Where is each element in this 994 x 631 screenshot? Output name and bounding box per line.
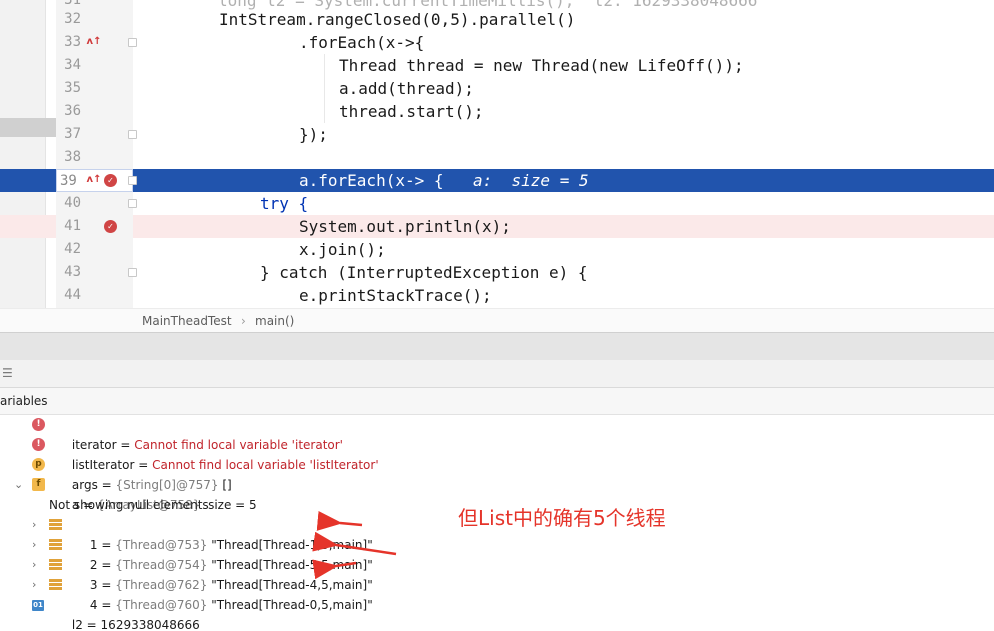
list-element-row[interactable]: › 4 = {Thread@760} "Thread[Thread-0,5,ma… bbox=[0, 575, 994, 612]
code-text: }); bbox=[299, 125, 328, 144]
indent-guide bbox=[324, 77, 325, 100]
debug-tool-window-header bbox=[0, 332, 994, 360]
fold-end-icon[interactable] bbox=[128, 130, 137, 139]
current-execution-line[interactable]: 39 ʌ↑ ✓ a.forEach(x-> { a: size = 5 bbox=[0, 169, 994, 192]
breakpoint-line[interactable]: ✓ 41 System.out.println(x); bbox=[0, 215, 994, 238]
expand-chevron-icon[interactable]: › bbox=[32, 535, 42, 555]
code-line-40[interactable]: 40 try { bbox=[0, 192, 994, 215]
list-element-row[interactable]: › 2 = {Thread@754} "Thread[Thread-5,5,ma… bbox=[0, 535, 994, 572]
breadcrumb-class[interactable]: MainTheadTest bbox=[142, 309, 232, 333]
line-number: 42 bbox=[64, 241, 81, 257]
inline-debug-value: a: size = 5 bbox=[473, 171, 589, 190]
lambda-up-arrow-icon[interactable]: ʌ↑ bbox=[86, 173, 102, 187]
expand-chevron-icon[interactable]: › bbox=[32, 555, 42, 575]
fold-icon[interactable] bbox=[128, 199, 137, 208]
line-number: 44 bbox=[64, 287, 81, 303]
breadcrumb: MainTheadTest › main() bbox=[0, 308, 994, 332]
error-icon: ! bbox=[32, 418, 45, 431]
line-number: 35 bbox=[64, 80, 81, 96]
code-text: IntStream.rangeClosed(0,5).parallel() bbox=[219, 10, 576, 29]
layout-icon[interactable]: ☰ bbox=[2, 366, 13, 380]
variables-tab[interactable]: ariables bbox=[0, 388, 994, 415]
code-line-38[interactable]: 38 bbox=[0, 146, 994, 169]
line-number: 41 bbox=[64, 218, 81, 234]
line-number: 38 bbox=[64, 149, 81, 165]
collapse-chevron-icon[interactable]: ⌄ bbox=[14, 475, 24, 495]
code-text: System.out.println(x); bbox=[299, 217, 511, 236]
code-text: Thread thread = new Thread(new LifeOff()… bbox=[339, 56, 744, 75]
code-line-33[interactable]: 33 ʌ↑ .forEach(x->{ bbox=[0, 31, 994, 54]
annotation-text: 但List中的确有5个线程 bbox=[458, 506, 666, 530]
debug-toolbar: ☰ bbox=[0, 360, 994, 388]
variables-tab-label: ariables bbox=[0, 394, 48, 408]
code-text: } catch (InterruptedException e) { bbox=[260, 263, 588, 282]
breadcrumb-method[interactable]: main() bbox=[255, 309, 294, 333]
code-line-34[interactable]: 34 Thread thread = new Thread(new LifeOf… bbox=[0, 54, 994, 77]
code-line-43[interactable]: 43 } catch (InterruptedException e) { bbox=[0, 261, 994, 284]
field-icon: f bbox=[32, 478, 45, 491]
code-text: a.forEach(x-> { bbox=[299, 171, 444, 190]
array-element-icon bbox=[49, 538, 62, 551]
code-editor[interactable]: 31 long l2 = System.currentTimeMillis();… bbox=[0, 0, 994, 308]
code-line-44[interactable]: 44 e.printStackTrace(); bbox=[0, 284, 994, 307]
code-line-35[interactable]: 35 a.add(thread); bbox=[0, 77, 994, 100]
array-element-icon bbox=[49, 578, 62, 591]
code-text: .forEach(x->{ bbox=[299, 33, 425, 52]
code-text: a.add(thread); bbox=[339, 79, 474, 98]
fold-icon[interactable] bbox=[128, 176, 137, 185]
indent-guide bbox=[324, 54, 325, 77]
code-text: x.join(); bbox=[299, 240, 386, 259]
variable-row-expanded[interactable]: ⌄ f a = {ArrayList@758} size = 5 bbox=[0, 475, 994, 512]
code-line-37[interactable]: 37 }); bbox=[0, 123, 994, 146]
code-line-36[interactable]: 36 thread.start(); bbox=[0, 100, 994, 123]
array-element-icon bbox=[49, 518, 62, 531]
line-number: 36 bbox=[64, 103, 81, 119]
variable-name: l2 bbox=[71, 618, 83, 631]
primitive-icon: 01 bbox=[32, 600, 44, 611]
breakpoint-check-icon[interactable]: ✓ bbox=[104, 220, 117, 233]
expand-chevron-icon[interactable]: › bbox=[32, 515, 42, 535]
fold-icon[interactable] bbox=[128, 268, 137, 277]
error-icon: ! bbox=[32, 438, 45, 451]
line-number: 34 bbox=[64, 57, 81, 73]
param-icon: p bbox=[32, 458, 45, 471]
code-text: try { bbox=[260, 194, 309, 213]
breakpoint-check-icon[interactable]: ✓ bbox=[104, 174, 117, 187]
variable-value: 1629338048666 bbox=[100, 618, 200, 631]
code-line-32[interactable]: 32 IntStream.rangeClosed(0,5).parallel() bbox=[0, 8, 994, 31]
code-text: thread.start(); bbox=[339, 102, 484, 121]
variable-row[interactable]: 01 l2 = 1629338048666 bbox=[0, 595, 994, 631]
variable-row[interactable]: p args = {String[0]@757} [] bbox=[0, 455, 994, 492]
indent-guide bbox=[324, 100, 325, 123]
line-number: 32 bbox=[64, 11, 81, 27]
variable-row[interactable]: ! iterator = Cannot find local variable … bbox=[0, 415, 994, 452]
code-line-42[interactable]: 42 x.join(); bbox=[0, 238, 994, 261]
lambda-up-arrow-icon[interactable]: ʌ↑ bbox=[86, 35, 102, 49]
code-text: e.printStackTrace(); bbox=[299, 286, 492, 305]
breadcrumb-separator: › bbox=[241, 314, 246, 328]
array-element-icon bbox=[49, 558, 62, 571]
list-element-row[interactable]: › 3 = {Thread@762} "Thread[Thread-4,5,ma… bbox=[0, 555, 994, 592]
expand-chevron-icon[interactable]: › bbox=[32, 575, 42, 595]
variable-row[interactable]: ! listIterator = Cannot find local varia… bbox=[0, 435, 994, 472]
fold-icon[interactable] bbox=[128, 38, 137, 47]
note-text: Not showing null elements bbox=[49, 498, 209, 512]
